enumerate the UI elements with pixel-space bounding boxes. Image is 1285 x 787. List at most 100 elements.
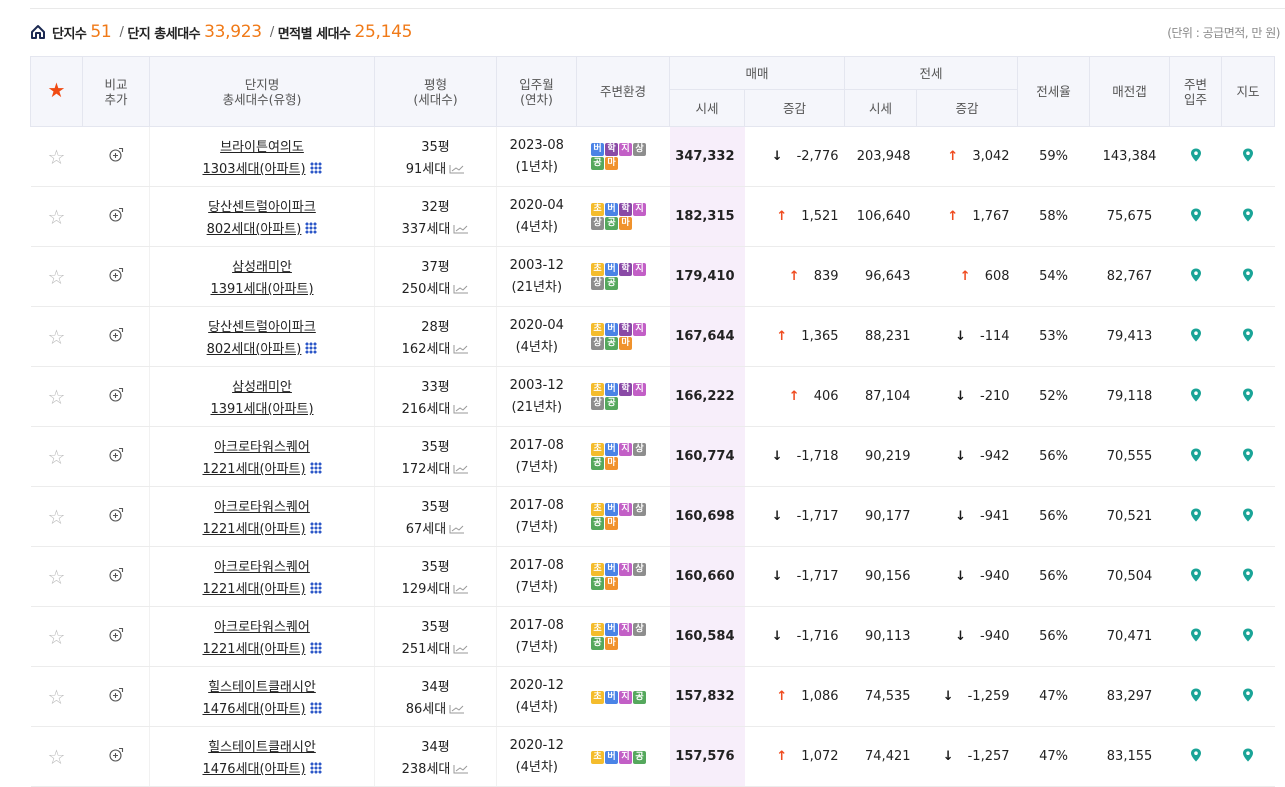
trend-icon[interactable]	[453, 224, 469, 234]
favorite-header[interactable]: ★	[30, 56, 83, 127]
complex-units-link[interactable]: 1303세대(아파트)	[202, 162, 305, 177]
grid-icon[interactable]	[305, 222, 318, 234]
map-pin-icon[interactable]	[1190, 688, 1202, 702]
complex-name-link[interactable]: 브라이튼여의도	[220, 140, 304, 155]
map-cell[interactable]	[1221, 246, 1275, 307]
map-pin-icon[interactable]	[1190, 448, 1202, 462]
complex-name-link[interactable]: 아크로타워스퀘어	[214, 500, 310, 515]
favorite-cell[interactable]: ☆	[30, 426, 83, 487]
compare-add-icon[interactable]	[108, 387, 124, 403]
complex-name-link[interactable]: 삼성래미안	[232, 260, 292, 275]
map-pin-icon[interactable]	[1190, 628, 1202, 642]
star-icon[interactable]: ☆	[48, 145, 66, 169]
favorite-cell[interactable]: ☆	[30, 606, 83, 667]
favorite-cell[interactable]: ☆	[30, 126, 83, 187]
jeonse-change-header[interactable]: 증감	[916, 89, 1019, 127]
trend-icon[interactable]	[453, 344, 469, 354]
complex-name-link[interactable]: 당산센트럴아이파크	[208, 320, 316, 335]
sale-price-header[interactable]: 시세	[669, 89, 745, 127]
compare-cell[interactable]	[82, 366, 150, 427]
complex-units-link[interactable]: 1391세대(아파트)	[210, 282, 313, 297]
grid-icon[interactable]	[309, 762, 322, 774]
compare-add-icon[interactable]	[108, 627, 124, 643]
compare-add-icon[interactable]	[108, 687, 124, 703]
star-icon[interactable]: ☆	[48, 685, 66, 709]
compare-cell[interactable]	[82, 726, 150, 787]
map-cell[interactable]	[1221, 546, 1275, 607]
favorite-cell[interactable]: ☆	[30, 486, 83, 547]
pyeong-header[interactable]: 평형 (세대수)	[374, 56, 497, 127]
map-cell[interactable]	[1221, 666, 1275, 727]
map-pin-icon[interactable]	[1190, 388, 1202, 402]
grid-icon[interactable]	[309, 162, 322, 174]
jeonse-price-header[interactable]: 시세	[844, 89, 918, 127]
trend-icon[interactable]	[453, 764, 469, 774]
complex-units-link[interactable]: 1221세대(아파트)	[202, 522, 305, 537]
map-pin-icon[interactable]	[1190, 748, 1202, 762]
trend-icon[interactable]	[453, 644, 469, 654]
map-pin-icon[interactable]	[1242, 508, 1254, 522]
map-pin-icon[interactable]	[1190, 328, 1202, 342]
favorite-cell[interactable]: ☆	[30, 666, 83, 727]
trend-icon[interactable]	[453, 284, 469, 294]
map-pin-icon[interactable]	[1242, 748, 1254, 762]
map-cell[interactable]	[1221, 366, 1275, 427]
star-icon[interactable]: ☆	[48, 385, 66, 409]
nearby-cell[interactable]	[1169, 126, 1222, 187]
complex-name-link[interactable]: 삼성래미안	[232, 380, 292, 395]
favorite-cell[interactable]: ☆	[30, 186, 83, 247]
compare-cell[interactable]	[82, 606, 150, 667]
complex-units-link[interactable]: 1221세대(아파트)	[202, 642, 305, 657]
grid-icon[interactable]	[309, 702, 322, 714]
star-icon[interactable]: ☆	[48, 265, 66, 289]
complex-units-link[interactable]: 1476세대(아파트)	[202, 702, 305, 717]
complex-units-link[interactable]: 1221세대(아파트)	[202, 462, 305, 477]
complex-units-link[interactable]: 802세대(아파트)	[207, 222, 302, 237]
map-pin-icon[interactable]	[1190, 568, 1202, 582]
map-pin-icon[interactable]	[1242, 148, 1254, 162]
compare-add-icon[interactable]	[108, 747, 124, 763]
nearby-cell[interactable]	[1169, 486, 1222, 547]
star-icon[interactable]: ☆	[48, 445, 66, 469]
compare-add-icon[interactable]	[108, 267, 124, 283]
map-pin-icon[interactable]	[1242, 328, 1254, 342]
nearby-cell[interactable]	[1169, 726, 1222, 787]
map-cell[interactable]	[1221, 126, 1275, 187]
map-pin-icon[interactable]	[1242, 448, 1254, 462]
compare-add-icon[interactable]	[108, 507, 124, 523]
sale-change-header[interactable]: 증감	[743, 89, 846, 127]
nearby-cell[interactable]	[1169, 306, 1222, 367]
map-pin-icon[interactable]	[1242, 268, 1254, 282]
compare-add-icon[interactable]	[108, 147, 124, 163]
map-pin-icon[interactable]	[1190, 208, 1202, 222]
nearby-cell[interactable]	[1169, 186, 1222, 247]
complex-name-link[interactable]: 힐스테이트클래시안	[208, 740, 316, 755]
grid-icon[interactable]	[309, 582, 322, 594]
nearby-cell[interactable]	[1169, 606, 1222, 667]
map-cell[interactable]	[1221, 486, 1275, 547]
trend-icon[interactable]	[453, 404, 469, 414]
grid-icon[interactable]	[305, 342, 318, 354]
jeonse-ratio-header[interactable]: 전세율	[1017, 56, 1091, 127]
compare-cell[interactable]	[82, 426, 150, 487]
compare-add-icon[interactable]	[108, 567, 124, 583]
star-icon[interactable]: ☆	[48, 505, 66, 529]
complex-units-link[interactable]: 1221세대(아파트)	[202, 582, 305, 597]
favorite-cell[interactable]: ☆	[30, 246, 83, 307]
compare-cell[interactable]	[82, 546, 150, 607]
complex-name-link[interactable]: 아크로타워스퀘어	[214, 560, 310, 575]
move-in-header[interactable]: 입주월 (연차)	[496, 56, 577, 127]
gap-header[interactable]: 매전갭	[1089, 56, 1171, 127]
map-cell[interactable]	[1221, 606, 1275, 667]
star-icon[interactable]: ☆	[48, 565, 66, 589]
favorite-cell[interactable]: ☆	[30, 726, 83, 787]
grid-icon[interactable]	[309, 462, 322, 474]
compare-add-icon[interactable]	[108, 327, 124, 343]
map-pin-icon[interactable]	[1242, 568, 1254, 582]
compare-cell[interactable]	[82, 186, 150, 247]
trend-icon[interactable]	[453, 584, 469, 594]
map-cell[interactable]	[1221, 426, 1275, 487]
star-icon[interactable]: ☆	[48, 205, 66, 229]
complex-units-link[interactable]: 1391세대(아파트)	[210, 402, 313, 417]
map-pin-icon[interactable]	[1190, 148, 1202, 162]
